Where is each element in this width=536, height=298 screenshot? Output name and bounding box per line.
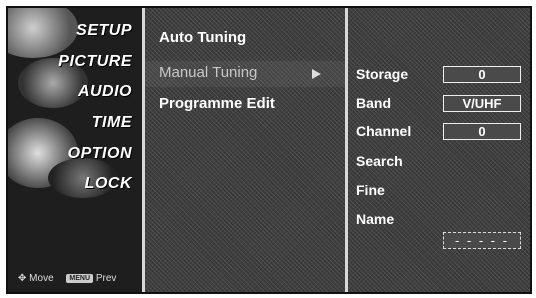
fine-label[interactable]: Fine xyxy=(356,182,385,198)
sidebar-item-audio[interactable]: AUDIO xyxy=(78,83,132,101)
sidebar-item-picture[interactable]: PICTURE xyxy=(58,53,132,71)
name-value-field[interactable]: - - - - - xyxy=(443,232,521,249)
sidebar-item-option[interactable]: OPTION xyxy=(68,145,132,163)
submenu-item-auto-tuning[interactable]: Auto Tuning xyxy=(159,29,246,46)
sidebar-item-time[interactable]: TIME xyxy=(92,114,132,132)
osd-menu-screen: SETUP PICTURE AUDIO TIME OPTION LOCK ✥ M… xyxy=(6,6,532,294)
sidebar-item-setup[interactable]: SETUP xyxy=(76,22,132,40)
channel-value-field[interactable]: 0 xyxy=(443,123,521,140)
move-icon: ✥ xyxy=(18,273,27,284)
submenu-item-manual-tuning[interactable]: Manual Tuning xyxy=(159,64,257,81)
storage-label: Storage xyxy=(356,66,409,82)
band-value-field[interactable]: V/UHF xyxy=(443,95,521,112)
main-menu-sidebar: SETUP PICTURE AUDIO TIME OPTION LOCK ✥ M… xyxy=(8,8,145,292)
prev-label: Prev xyxy=(95,273,117,284)
storage-value-field[interactable]: 0 xyxy=(443,66,521,83)
submenu-item-programme-edit[interactable]: Programme Edit xyxy=(159,95,275,112)
move-label: Move xyxy=(29,273,54,284)
sidebar-item-lock[interactable]: LOCK xyxy=(85,175,132,193)
setup-submenu: Auto Tuning Manual Tuning Programme Edit xyxy=(145,8,348,292)
name-label: Name xyxy=(356,211,395,227)
band-label: Band xyxy=(356,95,391,111)
channel-label: Channel xyxy=(356,123,412,139)
search-label[interactable]: Search xyxy=(356,153,403,169)
manual-tuning-panel: Storage 0 Band V/UHF Channel 0 Search Fi… xyxy=(348,8,530,292)
menu-key-icon: MENU xyxy=(66,273,94,283)
arrow-right-icon xyxy=(312,69,321,79)
sidebar-footer: ✥ Move MENU Prev xyxy=(18,273,116,284)
